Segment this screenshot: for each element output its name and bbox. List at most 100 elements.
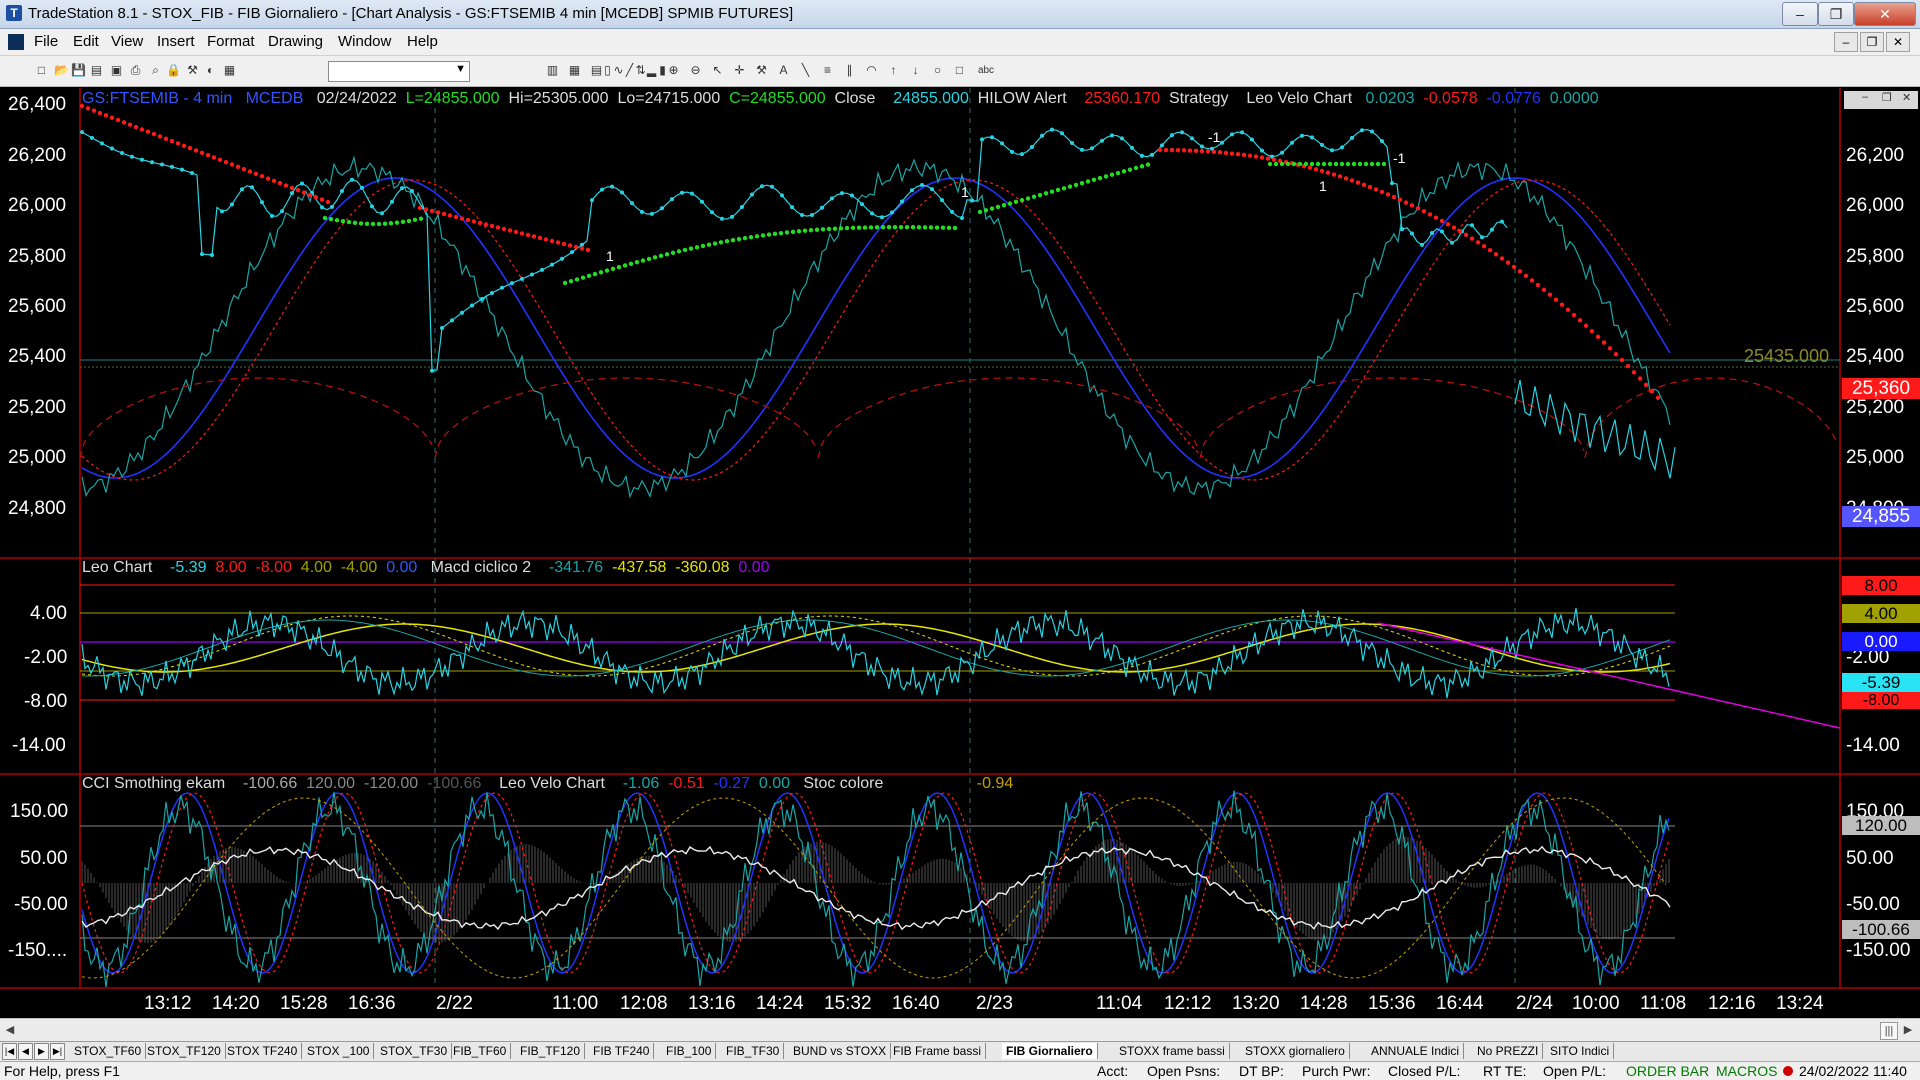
menu-format[interactable]: Format <box>207 33 255 50</box>
cci-tick: -50.00 <box>14 894 68 915</box>
cycle-arc-0 <box>79 377 433 459</box>
tools-icon[interactable]: ⚒ <box>185 63 200 78</box>
time-tick: 15:32 <box>824 993 872 1014</box>
candle-icon[interactable]: ▯ <box>600 63 615 78</box>
mdi-close-button[interactable]: ✕ <box>1886 32 1910 52</box>
tab-next-icon[interactable]: ▶ <box>34 1043 49 1060</box>
panel-minimize-icon[interactable]: – <box>1862 91 1868 103</box>
menu-drawing[interactable]: Drawing <box>268 33 323 50</box>
workspace-tab-bar: |◀ ◀ ▶ ▶| STOX_TF60 STOX_TF120 STOX TF240 S… <box>0 1041 1920 1061</box>
chart-analysis-window[interactable]: GS:FTSEMIB - 4 min MCEDB 02/24/2022 L=24… <box>0 88 1920 1018</box>
hammer-icon[interactable]: ⚒ <box>754 63 769 78</box>
chevron-down-icon[interactable]: ▼ <box>455 63 466 75</box>
chart-canvas[interactable] <box>0 88 1920 1018</box>
new-icon[interactable]: □ <box>34 63 49 78</box>
scroll-right-icon[interactable]: ▶ <box>1900 1022 1916 1038</box>
order-bar-button[interactable]: ORDER BAR <box>1626 1062 1709 1080</box>
tab-stoxx-frame-bassi[interactable]: STOXX frame bassi <box>1115 1043 1230 1059</box>
last-label: L=24855.000 <box>405 90 500 107</box>
arrow-down-icon[interactable]: ↓ <box>908 63 923 78</box>
tab-fib-tf240[interactable]: FIB TF240 <box>589 1043 655 1059</box>
trendline-icon[interactable]: ╲ <box>798 63 813 78</box>
fib-icon[interactable]: ≡ <box>820 63 835 78</box>
tab-stox-tf30[interactable]: STOX_TF30 <box>376 1043 453 1059</box>
mdi-minimize-button[interactable]: – <box>1834 32 1858 52</box>
chart-icon[interactable]: ▥ <box>545 63 560 78</box>
arrow-up-icon[interactable]: ↑ <box>886 63 901 78</box>
text-icon[interactable]: A <box>776 63 791 78</box>
cci-velo-label: Leo Velo Chart <box>499 775 605 792</box>
open-positions-label: Open Psns: <box>1147 1063 1221 1079</box>
scroll-thumb[interactable]: ||| <box>1880 1022 1898 1040</box>
tab-stox-tf60[interactable]: STOX_TF60 <box>70 1043 147 1059</box>
time-tick: 13:20 <box>1232 993 1280 1014</box>
lock-icon[interactable]: 🔒 <box>166 63 181 78</box>
tab-fib-tf30[interactable]: FIB_TF30 <box>722 1043 785 1059</box>
tab-fib-giornaliero[interactable]: FIB Giornaliero <box>1002 1043 1098 1059</box>
time-tick: 11:04 <box>1096 993 1143 1014</box>
chart-scrollbar[interactable]: ◀ ||| ▶ <box>0 1018 1920 1041</box>
tab-stox-tf120[interactable]: STOX_TF120 <box>143 1043 226 1059</box>
gann-icon[interactable]: ◠ <box>864 63 879 78</box>
pointer-icon[interactable]: ↖ <box>710 63 725 78</box>
maximize-button[interactable]: ❐ <box>1818 2 1854 26</box>
circle-icon[interactable]: ○ <box>930 63 945 78</box>
rt-te-label: RT TE: <box>1483 1063 1527 1079</box>
open-icon[interactable]: 📂 <box>54 63 69 78</box>
crosshair-icon[interactable]: ✛ <box>732 63 747 78</box>
abc-icon[interactable]: abc <box>974 63 998 78</box>
hilow-price-badge: 25,360 <box>1842 378 1920 399</box>
stoc-label: Stoc colore <box>803 775 884 792</box>
tab-bund-vs-stoxx[interactable]: BUND vs STOXX <box>789 1043 892 1059</box>
menu-edit[interactable]: Edit <box>73 33 99 50</box>
tab-stoxx-giornaliero[interactable]: STOXX giornaliero <box>1241 1043 1350 1059</box>
mdi-restore-button[interactable]: ❐ <box>1860 32 1884 52</box>
menu-view[interactable]: View <box>111 33 143 50</box>
volume-icon[interactable]: ▂ <box>644 63 659 78</box>
tab-prev-icon[interactable]: ◀ <box>18 1043 33 1060</box>
tab-no-prezzi[interactable]: No PREZZI <box>1473 1043 1544 1059</box>
menu-bar: File Edit View Insert Format Drawing Win… <box>0 29 1920 56</box>
line-chart-icon[interactable]: ╱ <box>622 63 637 78</box>
chart-window-icon <box>8 34 24 50</box>
workspace-icon[interactable]: ▦ <box>222 63 237 78</box>
low-label: Lo=24715.000 <box>617 90 721 107</box>
table-icon[interactable]: ▦ <box>567 63 582 78</box>
save-all-icon[interactable]: ▤ <box>89 63 104 78</box>
save-icon[interactable]: 💾 <box>71 63 86 78</box>
folder-icon[interactable]: ▣ <box>109 63 124 78</box>
print-icon[interactable]: ⎙ <box>128 63 143 78</box>
menu-help[interactable]: Help <box>407 33 438 50</box>
tab-fib-tf60[interactable]: FIB_TF60 <box>449 1043 512 1059</box>
tab-fib-tf120[interactable]: FIB_TF120 <box>516 1043 586 1059</box>
tab-annuale-indici[interactable]: ANNUALE Indici <box>1367 1043 1465 1059</box>
close-button[interactable]: ✕ <box>1854 2 1916 26</box>
price-tick-right: 25,400 <box>1846 346 1905 367</box>
minimize-button[interactable]: – <box>1782 2 1818 26</box>
tab-fib-frame-bassi[interactable]: FIB Frame bassi <box>889 1043 987 1059</box>
print-preview-icon[interactable]: ⌕ <box>148 63 163 78</box>
tab-last-icon[interactable]: ▶| <box>50 1043 65 1060</box>
panel-controls[interactable]: – ❐ ✕ <box>1844 91 1918 109</box>
symbol-combo[interactable]: ▼ <box>328 61 470 82</box>
macd-value-3: -360.08 <box>675 559 730 576</box>
panel-restore-icon[interactable]: ❐ <box>1882 91 1892 104</box>
tab-stox-tf240[interactable]: STOX TF240 <box>223 1043 303 1059</box>
scroll-left-icon[interactable]: ◀ <box>2 1022 18 1038</box>
time-tick: 13:24 <box>1776 993 1824 1014</box>
trade-label: 1 <box>961 184 969 200</box>
square-icon[interactable]: □ <box>952 63 967 78</box>
menu-insert[interactable]: Insert <box>157 33 195 50</box>
tab-first-icon[interactable]: |◀ <box>2 1043 17 1060</box>
macros-button[interactable]: MACROS <box>1716 1062 1777 1080</box>
menu-file[interactable]: File <box>34 33 58 50</box>
tab-fib-100[interactable]: FIB_100 <box>662 1043 717 1059</box>
tab-stox-100[interactable]: STOX _100 <box>303 1043 375 1059</box>
channel-icon[interactable]: ∥ <box>842 63 857 78</box>
zoom-in-icon[interactable]: ⊕ <box>666 63 681 78</box>
panel-close-icon[interactable]: ✕ <box>1902 91 1911 104</box>
menu-window[interactable]: Window <box>338 33 391 50</box>
color-icon[interactable]: ◐ <box>203 63 218 78</box>
zoom-out-icon[interactable]: ⊖ <box>688 63 703 78</box>
tab-sito-indici[interactable]: SITO Indici <box>1546 1043 1615 1059</box>
